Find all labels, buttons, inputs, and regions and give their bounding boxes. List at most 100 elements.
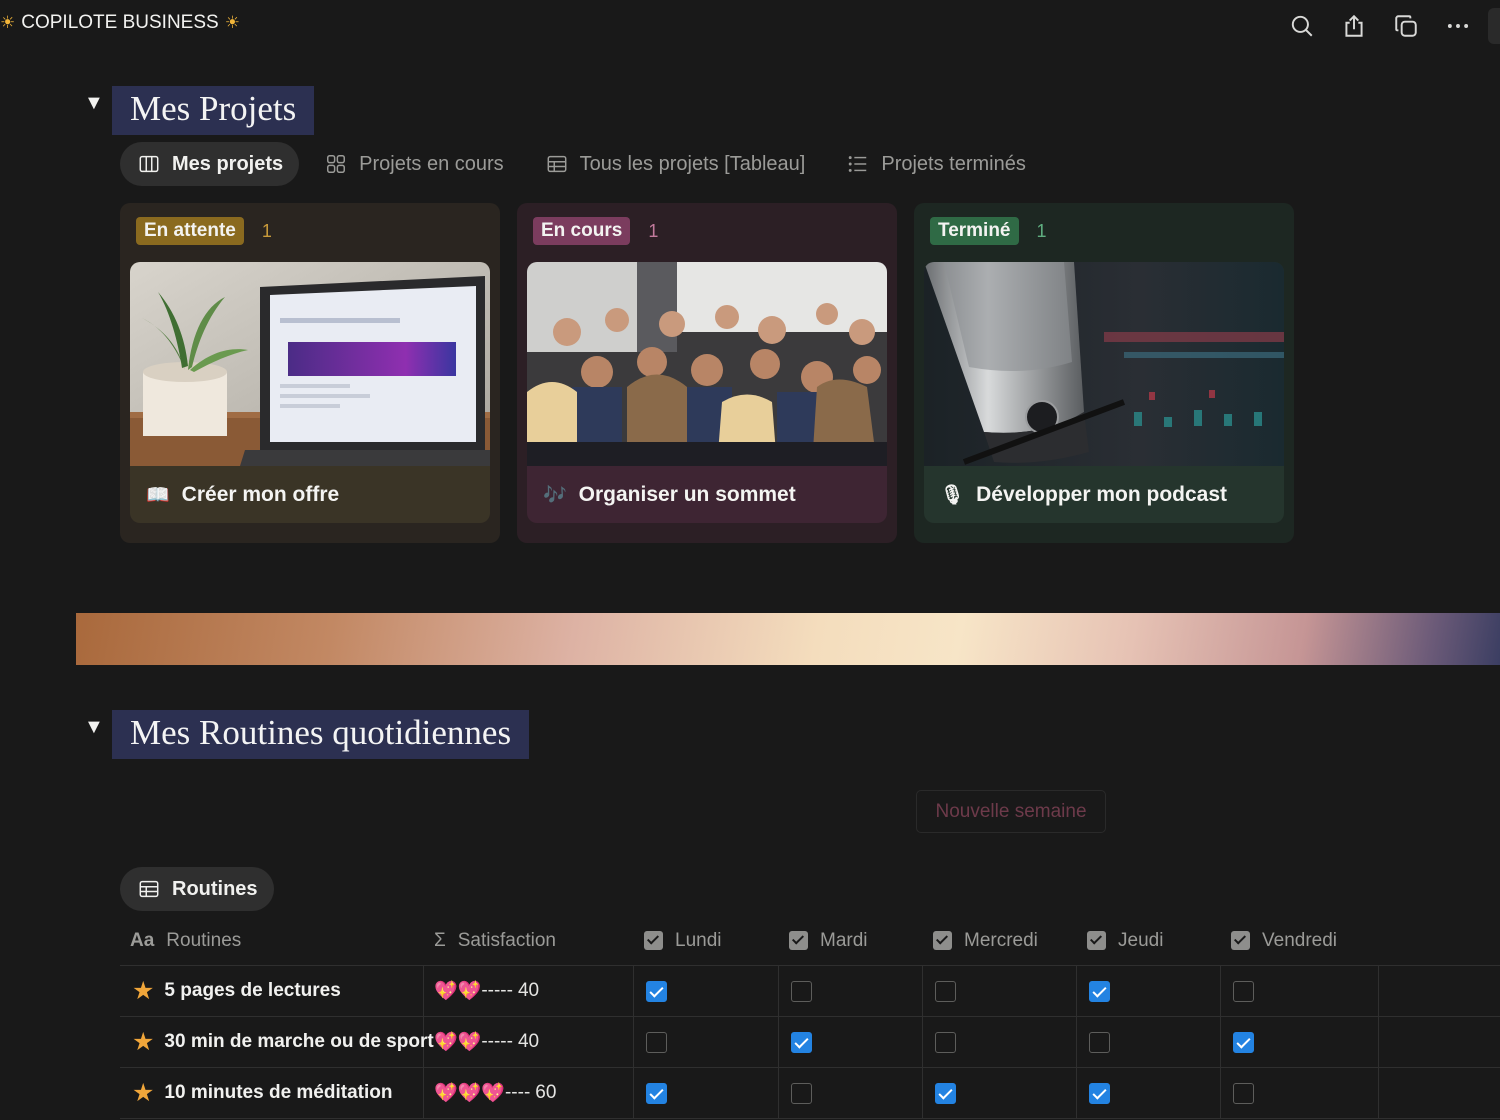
table-row[interactable]: ★ 5 pages de lectures 💖💖 ----- 40 — [120, 966, 1500, 1017]
column-header-mardi[interactable]: Mardi — [779, 916, 923, 965]
column-header-lundi[interactable]: Lundi — [634, 916, 779, 965]
column-header-routines[interactable]: Aa Routines — [120, 916, 424, 965]
day-cell — [1077, 1068, 1221, 1118]
project-card[interactable]: 🎶 Organiser un sommet — [527, 262, 887, 523]
checkbox-property-icon — [1087, 931, 1106, 950]
page-title: COPILOTE BUSINESS — [21, 12, 219, 33]
board-icon — [139, 155, 159, 173]
microphone-photo — [924, 262, 1284, 466]
day-checkbox[interactable] — [646, 1082, 667, 1104]
tab-tous-les-projets[interactable]: Tous les projets [Tableau] — [528, 142, 822, 186]
day-checkbox[interactable] — [1233, 1031, 1254, 1053]
satisfaction-bar: ---- — [504, 1082, 531, 1103]
table-header: Aa Routines Σ Satisfaction Lundi Mardi M… — [120, 916, 1500, 966]
routine-name: 10 minutes de méditation — [164, 1082, 393, 1103]
more-icon[interactable] — [1432, 10, 1484, 42]
board-column-en-cours: En cours 1 🎶 Organiser un sommet — [517, 203, 897, 543]
project-card[interactable]: 📖 Créer mon offre — [130, 262, 490, 523]
day-cell — [634, 1017, 779, 1067]
tab-label: Routines — [172, 877, 258, 900]
board-column-en-attente: En attente 1 📖 Créer mon offre — [120, 203, 500, 543]
table-row[interactable]: ★ 10 minutes de méditation 💖💖💖 ---- 60 — [120, 1068, 1500, 1119]
day-checkbox[interactable] — [935, 980, 956, 1002]
project-title: Organiser un sommet — [578, 482, 796, 506]
day-cell — [779, 1017, 923, 1067]
tab-label: Tous les projets [Tableau] — [579, 152, 806, 175]
day-checkbox[interactable] — [791, 1082, 812, 1104]
toggle-triangle-icon[interactable]: ▼ — [84, 716, 104, 739]
day-cell — [1077, 966, 1221, 1016]
top-bar: ☀ COPILOTE BUSINESS ☀ — [0, 0, 1500, 48]
satisfaction-score: 40 — [517, 980, 540, 1001]
column-count: 1 — [1036, 220, 1047, 241]
projects-heading: Mes Projets — [112, 86, 315, 135]
search-icon[interactable] — [1276, 10, 1328, 42]
tab-mes-projets[interactable]: Mes projets — [120, 142, 300, 186]
duplicate-icon[interactable] — [1380, 10, 1432, 42]
tab-label: Mes projets — [172, 152, 284, 175]
routine-name: 30 min de marche ou de sport — [164, 1031, 434, 1052]
gallery-icon — [327, 155, 346, 173]
project-card[interactable]: 🎙 Développer mon podcast — [924, 262, 1284, 523]
column-count: 1 — [261, 220, 272, 241]
satisfaction-cell: 💖💖 ----- 40 — [424, 966, 634, 1016]
day-cell — [1221, 1068, 1379, 1118]
projects-view-tabs: Mes projets Projets en cours Tous les pr… — [120, 142, 1042, 186]
heart-icons: 💖💖 — [434, 1032, 482, 1053]
tab-projets-termines[interactable]: Projets terminés — [829, 142, 1042, 186]
day-checkbox[interactable] — [791, 1031, 812, 1053]
day-checkbox[interactable] — [1089, 980, 1110, 1002]
routines-view-tabs: Routines — [120, 867, 274, 911]
table-icon — [139, 880, 159, 898]
gradient-divider-banner — [76, 613, 1500, 665]
day-checkbox[interactable] — [935, 1082, 956, 1104]
new-week-button[interactable]: Nouvelle semaine — [916, 790, 1106, 833]
day-cell — [634, 966, 779, 1016]
star-icon: ★ — [132, 977, 155, 1005]
routines-heading: Mes Routines quotidiennes — [112, 710, 530, 759]
checkbox-property-icon — [1231, 931, 1250, 950]
day-checkbox[interactable] — [1233, 980, 1254, 1002]
tab-projets-en-cours[interactable]: Projets en cours — [307, 142, 520, 186]
routine-name-cell[interactable]: ★ 5 pages de lectures — [120, 966, 424, 1016]
day-checkbox[interactable] — [1233, 1082, 1254, 1104]
day-cell — [634, 1068, 779, 1118]
day-checkbox[interactable] — [791, 980, 812, 1002]
day-checkbox[interactable] — [1089, 1031, 1110, 1053]
column-header-satisfaction[interactable]: Σ Satisfaction — [424, 916, 634, 965]
page-breadcrumb[interactable]: ☀ COPILOTE BUSINESS ☀ — [0, 12, 240, 34]
share-icon[interactable] — [1328, 10, 1380, 42]
projects-board: En attente 1 📖 Créer mon offre En cours … — [120, 203, 1294, 543]
day-checkbox[interactable] — [1089, 1082, 1110, 1104]
sidebar-edge[interactable] — [1488, 8, 1500, 44]
heart-icons: 💖💖💖 — [434, 1083, 505, 1104]
tab-routines[interactable]: Routines — [120, 867, 274, 911]
routine-name-cell[interactable]: ★ 10 minutes de méditation — [120, 1068, 424, 1118]
day-cell — [1077, 1017, 1221, 1067]
project-title: Créer mon offre — [181, 482, 340, 506]
day-cell — [1221, 1017, 1379, 1067]
table-row[interactable]: ★ 30 min de marche ou de sport 💖💖 ----- 40 — [120, 1017, 1500, 1068]
heart-icons: 💖💖 — [434, 981, 482, 1002]
routine-name-cell[interactable]: ★ 30 min de marche ou de sport — [120, 1017, 434, 1067]
status-badge: Terminé — [930, 217, 1019, 245]
column-header-vendredi[interactable]: Vendredi — [1221, 916, 1379, 965]
column-header-mercredi[interactable]: Mercredi — [923, 916, 1077, 965]
day-cell — [923, 1017, 1077, 1067]
day-checkbox[interactable] — [646, 1031, 667, 1053]
tab-label: Projets terminés — [881, 152, 1026, 175]
laptop-plant-photo — [130, 262, 490, 466]
column-header-jeudi[interactable]: Jeudi — [1077, 916, 1221, 965]
list-icon — [849, 156, 867, 172]
toggle-triangle-icon[interactable]: ▼ — [84, 92, 104, 115]
table-icon — [547, 155, 567, 173]
formula-icon: Σ — [434, 929, 446, 951]
day-cell — [779, 966, 923, 1016]
top-actions — [1276, 8, 1500, 44]
satisfaction-cell: 💖💖 ----- 40 — [424, 1017, 634, 1067]
music-notes-icon: 🎶 — [543, 484, 567, 506]
day-checkbox[interactable] — [646, 980, 667, 1002]
checkbox-property-icon — [644, 931, 663, 950]
microphone-icon: 🎙 — [940, 484, 965, 506]
day-checkbox[interactable] — [935, 1031, 956, 1053]
